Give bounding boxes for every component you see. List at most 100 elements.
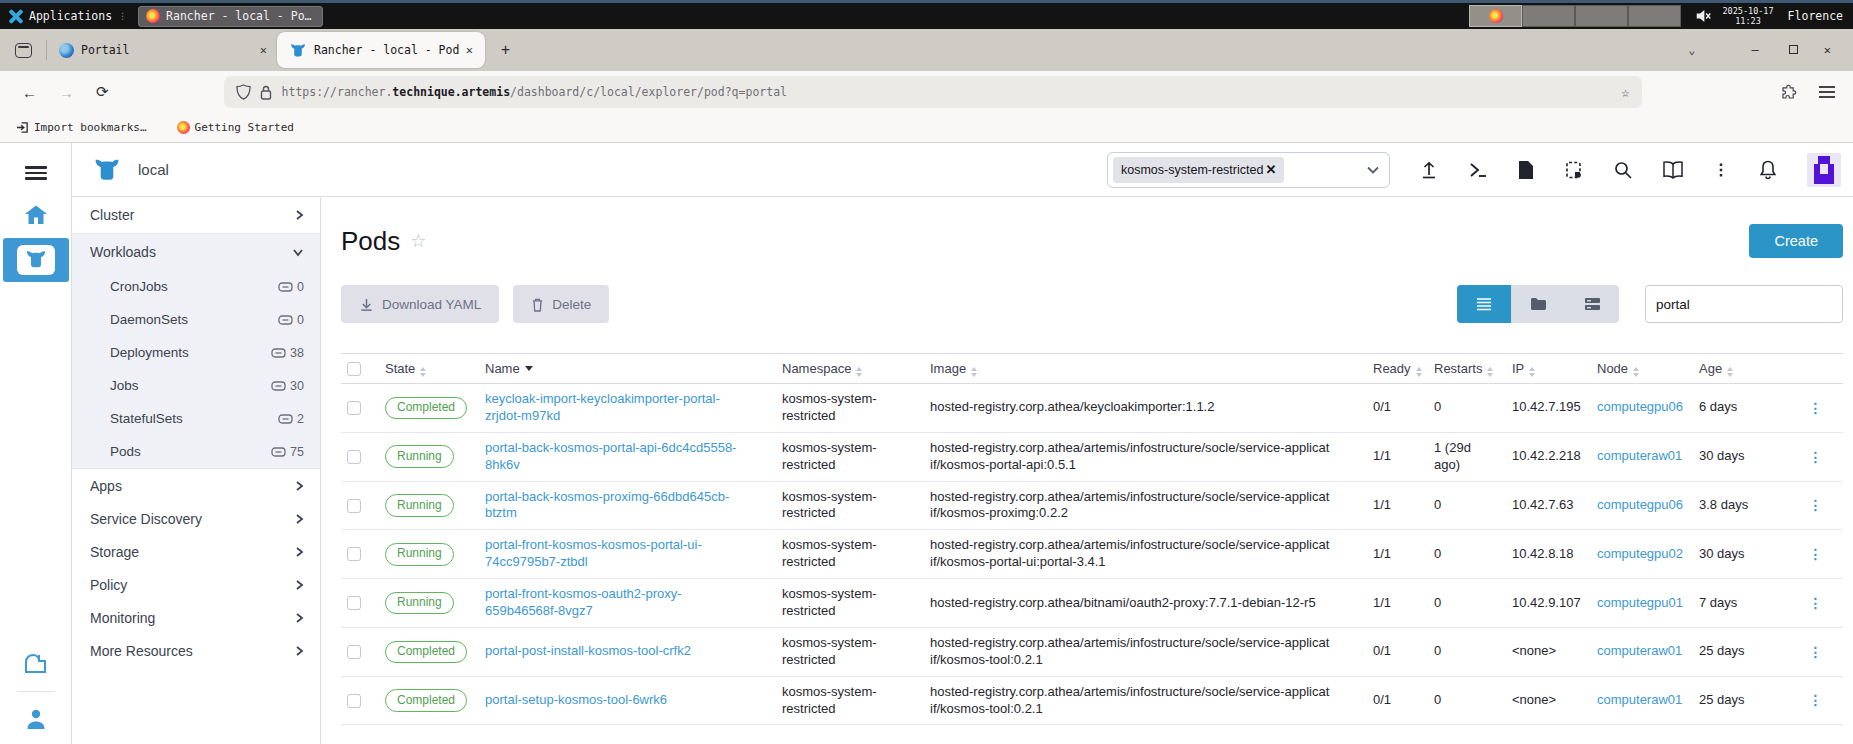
window-list-item[interactable] — [1628, 5, 1681, 27]
kebab-menu-icon[interactable]: ⋮ — [1713, 160, 1729, 179]
tab-close-icon[interactable]: ✕ — [260, 43, 267, 57]
menu-icon[interactable] — [1819, 83, 1835, 101]
sidebar-item-workloads[interactable]: Workloads — [72, 234, 320, 270]
kubectl-shell-icon[interactable] — [1468, 160, 1488, 180]
col-header-name[interactable]: Name — [479, 354, 776, 384]
pod-name-link[interactable]: portal-post-install-kosmos-tool-crfk2 — [479, 627, 776, 676]
row-checkbox[interactable] — [347, 596, 361, 610]
download-yaml-button[interactable]: Download YAML — [341, 285, 499, 323]
col-header-namespace[interactable]: Namespace — [776, 354, 924, 384]
row-checkbox[interactable] — [347, 499, 361, 513]
bookmark-import[interactable]: Import bookmarks… — [16, 121, 147, 134]
import-yaml-icon[interactable] — [1419, 160, 1439, 180]
pod-name-link[interactable]: portal-front-kosmos-kosmos-portal-ui-74c… — [479, 530, 776, 579]
extensions-icon[interactable] — [1780, 84, 1797, 101]
row-actions-kebab-icon[interactable]: ⋮ — [1788, 384, 1843, 433]
search-icon[interactable] — [1613, 160, 1633, 180]
forward-icon[interactable]: → — [59, 84, 74, 101]
pod-node-link[interactable]: computeraw01 — [1591, 627, 1693, 676]
home-icon[interactable] — [24, 204, 48, 226]
col-header-ready[interactable]: Ready — [1367, 354, 1428, 384]
back-icon[interactable]: ← — [22, 84, 37, 101]
tab-rancher[interactable]: Rancher - local - Pod ✕ — [277, 32, 485, 68]
row-actions-kebab-icon[interactable]: ⋮ — [1788, 676, 1843, 725]
user-menu[interactable]: Florence — [1788, 9, 1853, 23]
maximize-icon[interactable] — [1789, 43, 1798, 57]
sidebar-group[interactable]: More Resources — [72, 634, 320, 667]
sidebar-group[interactable]: Service Discovery — [72, 502, 320, 535]
pod-node-link[interactable]: computeraw01 — [1591, 432, 1693, 481]
row-actions-kebab-icon[interactable]: ⋮ — [1788, 530, 1843, 579]
window-list-item-active[interactable] — [1469, 5, 1522, 27]
applications-menu[interactable]: Applications — [29, 9, 112, 23]
col-header-restarts[interactable]: Restarts — [1428, 354, 1506, 384]
pod-node-link[interactable]: computegpu02 — [1591, 530, 1693, 579]
taskbar-window-button[interactable]: Rancher - local - Po… — [138, 6, 322, 27]
rail-item-cluster-explorer-active[interactable] — [3, 238, 69, 282]
sidebar-group[interactable]: Storage — [72, 535, 320, 568]
col-header-image[interactable]: Image — [924, 354, 1367, 384]
sidebar-subitem[interactable]: DaemonSets 0 — [72, 303, 320, 336]
grid-view-button[interactable] — [1565, 285, 1619, 323]
row-actions-kebab-icon[interactable]: ⋮ — [1788, 481, 1843, 530]
pod-node-link[interactable]: computegpu01 — [1591, 579, 1693, 628]
row-actions-kebab-icon[interactable]: ⋮ — [1788, 627, 1843, 676]
bookmark-getting-started[interactable]: Getting Started — [177, 121, 294, 134]
lock-icon[interactable] — [260, 85, 272, 100]
row-actions-kebab-icon[interactable]: ⋮ — [1788, 579, 1843, 628]
cluster-management-icon[interactable] — [23, 651, 49, 675]
namespace-filter[interactable]: kosmos-system-restricted ✕ — [1107, 152, 1390, 188]
url-bar[interactable]: https://rancher.technique.artemis/dashbo… — [224, 76, 1642, 108]
sidebar-subitem[interactable]: Pods 75 — [72, 435, 320, 468]
row-checkbox[interactable] — [347, 450, 361, 464]
tab-portail[interactable]: Portail ✕ — [47, 29, 277, 71]
folder-view-button[interactable] — [1511, 285, 1565, 323]
select-all-checkbox[interactable] — [347, 362, 361, 376]
filter-input[interactable] — [1645, 285, 1843, 323]
col-header-age[interactable]: Age — [1693, 354, 1788, 384]
col-header-ip[interactable]: IP — [1506, 354, 1591, 384]
window-list-item[interactable] — [1575, 5, 1628, 27]
main-menu-icon[interactable] — [25, 163, 47, 183]
sidebar-subitem[interactable]: Jobs 30 — [72, 369, 320, 402]
pod-name-link[interactable]: keycloak-import-keycloakimporter-portal-… — [479, 384, 776, 433]
view-yaml-icon[interactable] — [1517, 160, 1535, 180]
sidebar-group[interactable]: Monitoring — [72, 601, 320, 634]
sidebar-subitem[interactable]: CronJobs 0 — [72, 270, 320, 303]
row-checkbox[interactable] — [347, 547, 361, 561]
namespace-chip[interactable]: kosmos-system-restricted ✕ — [1113, 157, 1284, 183]
reload-icon[interactable]: ⟳ — [96, 83, 109, 101]
user-avatar[interactable] — [1807, 153, 1841, 187]
tab-close-icon[interactable]: ✕ — [466, 43, 473, 57]
shield-icon[interactable] — [236, 84, 251, 100]
favorite-star-icon[interactable]: ☆ — [410, 230, 426, 252]
row-checkbox[interactable] — [347, 401, 361, 415]
cluster-name[interactable]: local — [138, 161, 169, 178]
list-tabs-icon[interactable]: ⌄ — [1688, 43, 1695, 57]
pod-name-link[interactable]: portal-front-kosmos-oauth2-proxy-659b465… — [479, 579, 776, 628]
sidebar-item-cluster[interactable]: Cluster — [72, 197, 320, 233]
pod-node-link[interactable]: computegpu06 — [1591, 481, 1693, 530]
row-checkbox[interactable] — [347, 694, 361, 708]
create-button[interactable]: Create — [1749, 224, 1843, 258]
row-checkbox[interactable] — [347, 645, 361, 659]
window-list-item[interactable] — [1522, 5, 1575, 27]
pod-name-link[interactable]: portal-back-kosmos-proximg-66dbd645cb-bt… — [479, 481, 776, 530]
row-actions-kebab-icon[interactable]: ⋮ — [1788, 432, 1843, 481]
bookmark-star-icon[interactable]: ☆ — [1621, 84, 1629, 100]
clock[interactable]: 2025-10-17 11:23 — [1722, 6, 1773, 26]
volume-muted-icon[interactable] — [1695, 9, 1712, 23]
minimize-icon[interactable]: — — [1752, 43, 1759, 57]
sidebar-group[interactable]: Policy — [72, 568, 320, 601]
user-icon[interactable] — [24, 708, 48, 730]
sidebar-group[interactable]: Apps — [72, 469, 320, 502]
sidebar-subitem[interactable]: StatefulSets 2 — [72, 402, 320, 435]
pod-name-link[interactable]: portal-back-kosmos-portal-api-6dc4cd5558… — [479, 432, 776, 481]
docs-icon[interactable] — [1662, 160, 1684, 179]
chip-remove-icon[interactable]: ✕ — [1265, 162, 1276, 177]
pod-node-link[interactable]: computeraw01 — [1591, 676, 1693, 725]
notifications-bell-icon[interactable] — [1758, 159, 1778, 180]
close-window-icon[interactable]: ✕ — [1824, 43, 1831, 57]
pod-node-link[interactable]: computegpu06 — [1591, 384, 1693, 433]
firefox-view-icon[interactable] — [15, 43, 32, 58]
